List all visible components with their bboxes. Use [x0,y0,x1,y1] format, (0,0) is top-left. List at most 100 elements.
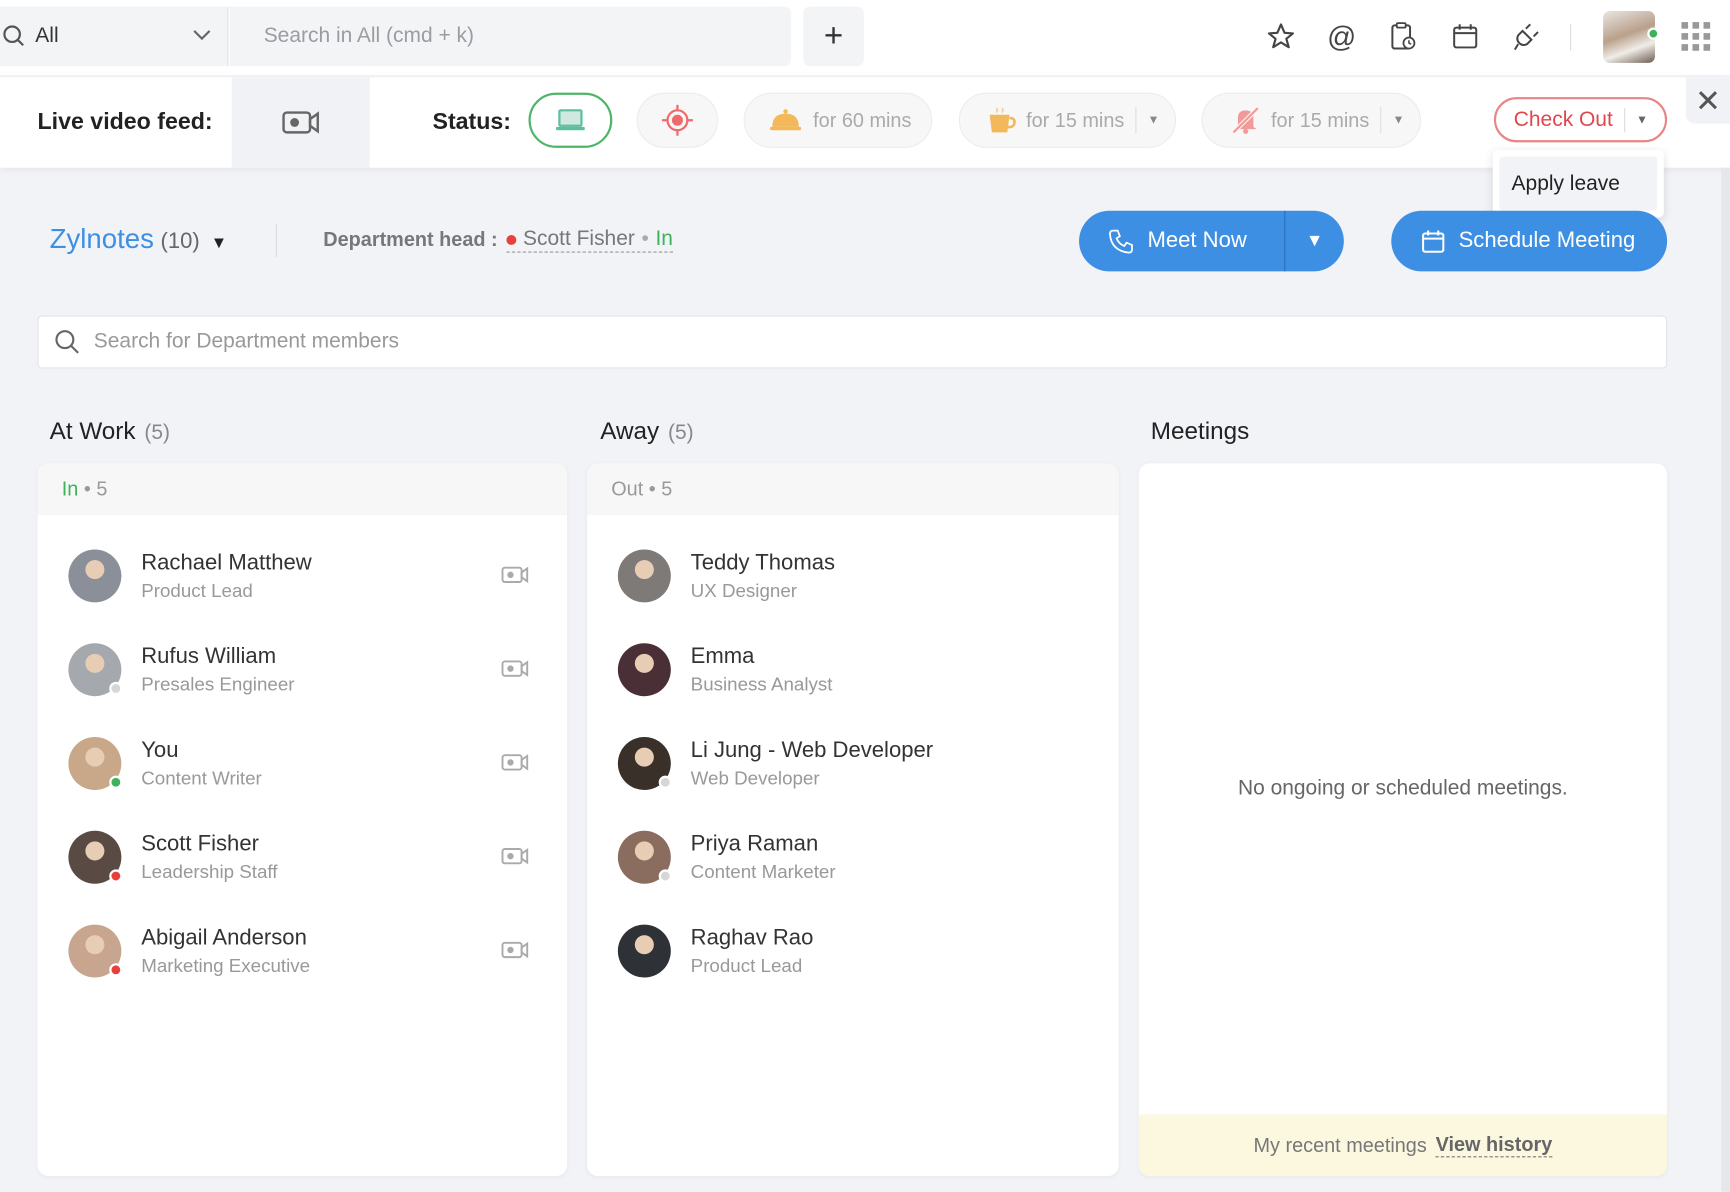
meet-now-caret-icon[interactable]: ▼ [1285,231,1343,251]
member-role: Web Developer [691,767,933,789]
phone-icon [1108,228,1134,254]
break-duration: for 15 mins [1026,109,1124,132]
member-row[interactable]: Abigail AndersonMarketing Executive [68,918,567,984]
member-search-placeholder: Search for Department members [94,330,399,354]
department-head-link[interactable]: Scott Fisher • In [506,227,672,252]
video-camera-icon[interactable] [501,752,530,772]
member-role: UX Designer [691,580,835,602]
divider [276,224,277,257]
member-name: Emma [691,644,833,669]
add-button[interactable]: + [803,7,864,67]
member-row[interactable]: Emma Business Analyst [618,637,1119,703]
member-role: Business Analyst [691,674,833,696]
status-lunch-button[interactable]: for 60 mins [744,93,933,148]
member-role: Product Lead [141,580,311,602]
meet-now-split-button: Meet Now ▼ [1079,211,1344,272]
member-avatar [618,549,671,602]
presence-dot [109,963,122,976]
at-work-title: At Work(5) [50,417,170,446]
presence-dot [109,869,122,882]
member-row[interactable]: Li Jung - Web DeveloperWeb Developer [618,730,1119,796]
apply-leave-menu-item[interactable]: Apply leave [1499,157,1657,211]
user-avatar[interactable] [1603,11,1655,63]
caret-down-icon[interactable]: ▼ [1148,114,1160,127]
divider [1570,24,1571,50]
search-icon [54,329,80,355]
calendar-icon[interactable] [1450,20,1481,53]
schedule-meeting-label: Schedule Meeting [1459,228,1636,253]
separator: • [641,227,648,251]
member-row[interactable]: Rufus William Presales Engineer [68,637,567,703]
apps-grid-icon[interactable] [1681,22,1710,51]
video-camera-icon[interactable] [501,940,530,960]
video-camera-icon[interactable] [501,565,530,585]
status-working-button[interactable] [528,93,612,148]
food-cloche-icon [769,108,802,132]
away-card: Out• 5 Teddy Thomas UX Designer Emma Busin… [587,463,1119,1176]
member-role: Leadership Staff [141,861,277,883]
online-indicator [1647,28,1659,40]
search-scope-select[interactable]: All [0,7,228,67]
presence-dot [506,234,516,244]
department-selector[interactable]: Zylnotes (10) ▼ [50,224,228,256]
member-search-input[interactable]: Search for Department members [38,316,1668,369]
member-row[interactable]: Priya RamanContent Marketer [618,824,1119,890]
plug-icon[interactable] [1512,20,1543,53]
member-avatar [618,643,671,696]
department-name: Zylnotes [50,224,154,256]
caret-down-icon[interactable]: ▼ [1392,114,1404,127]
presence-dot [109,776,122,789]
calendar-icon [1421,229,1445,253]
live-video-label: Live video feed: [38,109,213,135]
member-name: Scott Fisher [141,831,277,856]
member-name: Teddy Thomas [691,550,835,575]
status-break-button[interactable]: for 15 mins ▼ [959,93,1176,148]
member-role: Presales Engineer [141,674,294,696]
member-avatar [618,925,671,978]
recent-meetings-footer: My recent meetings View history [1139,1114,1667,1176]
meetings-title: Meetings [1151,417,1250,446]
recent-meetings-label: My recent meetings [1253,1134,1426,1157]
scrollbar[interactable] [1721,168,1730,1192]
status-bar: Live video feed: Status: for 60 mins for… [0,77,1730,167]
department-count: (10) [161,229,200,254]
close-icon[interactable]: ✕ [1686,77,1730,123]
search-placeholder: Search in All (cmd + k) [264,24,474,48]
away-header: Out• 5 [587,463,1119,515]
member-row[interactable]: Raghav Rao Product Lead [618,918,1119,984]
caret-down-icon[interactable]: ▼ [1636,113,1648,126]
member-name: Rufus William [141,644,294,669]
department-head-name: Scott Fisher [523,227,635,251]
at-work-card: In• 5 Rachael MatthewProduct Lead Rufus … [38,463,568,1176]
member-name: Priya Raman [691,831,836,856]
video-camera-icon[interactable] [501,846,530,866]
member-row[interactable]: Scott Fisher Leadership Staff [68,824,567,890]
video-camera-icon[interactable] [501,659,530,679]
global-search-input[interactable]: Search in All (cmd + k) [229,7,791,67]
presence-dot [109,682,122,695]
lunch-duration: for 60 mins [813,109,911,132]
member-role: Product Lead [691,955,814,977]
status-focus-button[interactable] [637,93,719,148]
target-icon [661,104,694,137]
view-history-link[interactable]: View history [1436,1133,1553,1157]
star-icon[interactable] [1266,20,1297,53]
member-row[interactable]: Teddy Thomas UX Designer [618,543,1119,609]
clipboard-clock-icon[interactable] [1388,20,1419,53]
mention-icon[interactable]: @ [1326,20,1357,53]
department-head-label: Department head : [323,228,497,251]
meet-now-button[interactable]: Meet Now [1079,211,1284,272]
member-name: Rachael Matthew [141,550,311,575]
member-name: Raghav Rao [691,925,814,950]
member-row[interactable]: Rachael Matthew Product Lead [68,543,567,609]
chevron-down-icon [192,29,212,42]
search-icon [2,24,26,48]
live-video-toggle[interactable] [232,77,370,167]
check-out-button[interactable]: Check Out ▼ [1494,97,1667,142]
member-row[interactable]: YouContent Writer [68,730,567,796]
no-meetings-message: No ongoing or scheduled meetings. [1139,777,1667,801]
schedule-meeting-button[interactable]: Schedule Meeting [1391,211,1667,272]
app: All Search in All (cmd + k) + @ Live vid… [0,0,1730,1192]
status-dnd-button[interactable]: for 15 mins ▼ [1202,93,1422,148]
dnd-duration: for 15 mins [1271,109,1369,132]
